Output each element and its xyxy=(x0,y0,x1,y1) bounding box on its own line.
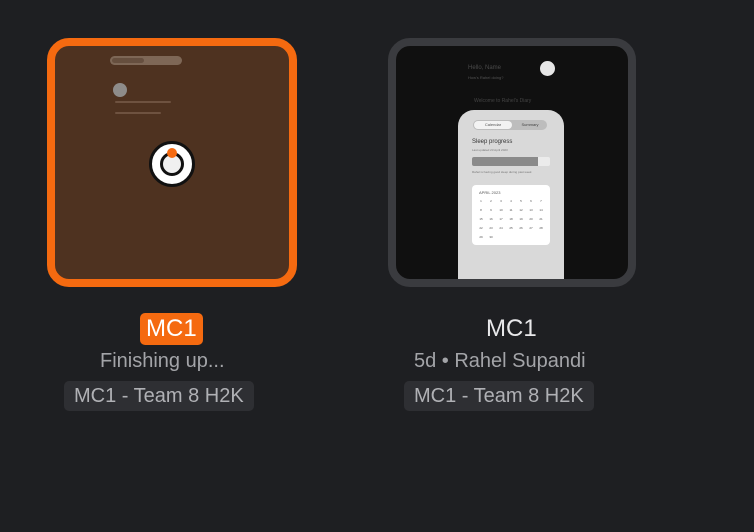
file-thumbnail[interactable] xyxy=(47,38,297,287)
preview-sleep-note: Rahel is having good sleep during past w… xyxy=(472,170,532,174)
file-status: Finishing up... xyxy=(100,350,225,372)
calendar-day: 25 xyxy=(509,226,513,230)
calendar-day: 1 xyxy=(480,199,482,203)
thumbnail-text-line xyxy=(115,112,161,114)
calendar-day: 27 xyxy=(529,226,533,230)
preview-welcome: Welcome to Rahel's Diary xyxy=(474,98,532,104)
calendar-day: 2 xyxy=(490,199,492,203)
calendar-day: 4 xyxy=(510,199,512,203)
file-title[interactable]: MC1 xyxy=(486,315,537,343)
preview-avatar xyxy=(540,61,555,76)
calendar-day: 17 xyxy=(499,217,503,221)
preview-tabs: Calendar Summary xyxy=(473,120,547,130)
preview-calendar-month: APRIL 2023 xyxy=(479,190,501,195)
preview-tab-summary: Summary xyxy=(521,122,539,127)
calendar-day: 26 xyxy=(519,226,523,230)
calendar-day: 14 xyxy=(539,208,543,212)
project-badge[interactable]: MC1 - Team 8 H2K xyxy=(404,381,594,411)
calendar-day: 28 xyxy=(539,226,543,230)
thumbnail-text-line xyxy=(115,101,171,103)
calendar-day: 18 xyxy=(509,217,513,221)
calendar-day: 16 xyxy=(489,217,493,221)
calendar-day: 9 xyxy=(490,208,492,212)
calendar-day: 6 xyxy=(530,199,532,203)
calendar-day: 13 xyxy=(529,208,533,212)
calendar-day: 12 xyxy=(519,208,523,212)
calendar-day: 7 xyxy=(540,199,542,203)
thumbnail-avatar xyxy=(113,83,127,97)
project-badge[interactable]: MC1 - Team 8 H2K xyxy=(64,381,254,411)
preview-greeting: Hello, Name xyxy=(468,65,502,71)
file-title[interactable]: MC1 xyxy=(140,313,203,345)
calendar-day: 29 xyxy=(479,235,483,239)
calendar-day: 3 xyxy=(500,199,502,203)
preview-phone: Calendar Summary Sleep progress Last upd… xyxy=(458,110,564,279)
preview-calendar: APRIL 2023 1 2 3 4 5 6 7 8 9 10 11 12 13 14 15 16 17 18 19… xyxy=(472,185,550,245)
calendar-day: 19 xyxy=(519,217,523,221)
calendar-day: 10 xyxy=(499,208,503,212)
calendar-day: 30 xyxy=(489,235,493,239)
preview-greeting-sub: How's Rahel doing? xyxy=(468,75,504,80)
calendar-day: 20 xyxy=(529,217,533,221)
preview-tab-calendar: Calendar xyxy=(474,121,512,129)
preview-calendar-grid: 1 2 3 4 5 6 7 8 9 10 11 12 13 14 15 16 17 18 19 20 21 22 23 24 2… xyxy=(476,197,548,241)
loading-spinner-icon xyxy=(149,141,195,187)
calendar-day: 11 xyxy=(509,208,513,212)
file-thumbnail[interactable]: Hello, Name How's Rahel doing? Welcome t… xyxy=(388,38,636,287)
preview-sleep-sub: Last updated 23 April 2023 xyxy=(472,148,508,152)
calendar-day: 8 xyxy=(480,208,482,212)
calendar-day: 5 xyxy=(520,199,522,203)
preview-sleep-bar xyxy=(472,157,550,166)
calendar-day: 22 xyxy=(479,226,483,230)
preview-sleep-title: Sleep progress xyxy=(472,139,513,145)
calendar-day: 24 xyxy=(499,226,503,230)
calendar-day: 23 xyxy=(489,226,493,230)
calendar-day: 15 xyxy=(479,217,483,221)
preview-sleep-bar-fill xyxy=(472,157,539,166)
calendar-day: 21 xyxy=(539,217,543,221)
thumbnail-segment-control xyxy=(110,56,182,65)
file-meta: 5d • Rahel Supandi xyxy=(414,350,586,372)
